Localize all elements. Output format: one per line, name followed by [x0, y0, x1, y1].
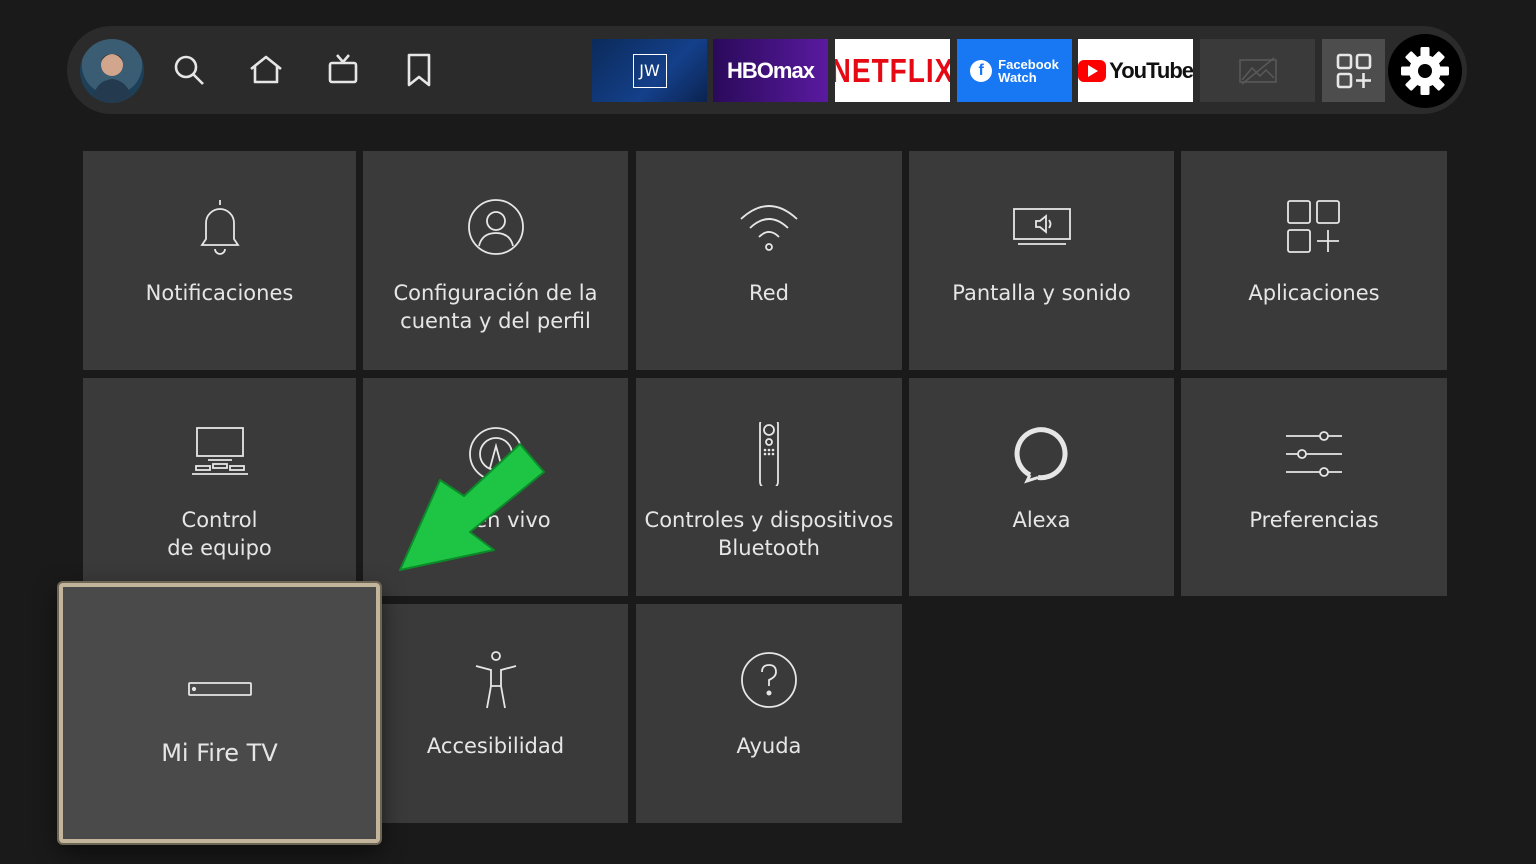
- jw-broadcasting-app-tile[interactable]: JW: [592, 39, 707, 102]
- alexa-ring-icon: [909, 422, 1174, 486]
- placeholder-app-tile[interactable]: [1200, 39, 1315, 102]
- wifi-icon: [636, 195, 902, 259]
- settings-tile-label: Preferencias: [1249, 508, 1379, 532]
- settings-tile-label: Pantalla y sonido: [952, 281, 1131, 305]
- settings-tile-red[interactable]: Red: [636, 151, 902, 370]
- remote-icon: [636, 422, 902, 486]
- settings-tile-label: Configuración de la cuenta y del perfil: [393, 281, 598, 333]
- youtube-play-icon: [1078, 59, 1107, 82]
- profile-avatar[interactable]: [80, 39, 144, 103]
- settings-tile-label: Mi Fire TV: [161, 739, 278, 767]
- settings-tile-alexa[interactable]: Alexa: [909, 378, 1174, 596]
- settings-tile-controles-bluetooth[interactable]: Controles y dispositivos Bluetooth: [636, 378, 902, 596]
- bookmark-icon[interactable]: [399, 50, 439, 90]
- settings-tile-control-equipo[interactable]: Control de equipo: [83, 378, 356, 596]
- facebook-watch-app-tile[interactable]: f Facebook Watch: [957, 39, 1072, 102]
- facebook-watch-label-2: Watch: [998, 69, 1037, 85]
- fire-tv-stick-icon: [63, 657, 376, 721]
- home-icon[interactable]: [246, 50, 286, 90]
- settings-tile-label: Notificaciones: [145, 281, 294, 305]
- hbo-max-app-tile[interactable]: HBOmax: [713, 39, 828, 102]
- search-icon[interactable]: [169, 50, 209, 90]
- settings-tile-label: Accesibilidad: [426, 734, 565, 758]
- bell-icon: [83, 195, 356, 259]
- jw-logo: JW: [632, 53, 667, 88]
- settings-button[interactable]: [1388, 34, 1462, 108]
- settings-tile-label: Control de equipo: [167, 508, 272, 560]
- settings-tile-pantalla-sonido[interactable]: Pantalla y sonido: [909, 151, 1174, 370]
- help-icon: [636, 648, 902, 712]
- facebook-icon: f: [970, 59, 993, 82]
- green-arrow-annotation: [399, 443, 545, 571]
- all-apps-button[interactable]: [1322, 39, 1385, 102]
- live-tv-icon[interactable]: [323, 50, 363, 90]
- settings-tile-accesibilidad[interactable]: Accesibilidad: [363, 604, 628, 823]
- settings-tile-label: Controles y dispositivos Bluetooth: [644, 508, 894, 560]
- settings-tile-ayuda[interactable]: Ayuda: [636, 604, 902, 823]
- netflix-logo: NETFLIX: [835, 51, 950, 89]
- gear-icon: [1401, 47, 1449, 95]
- apps-grid-icon: [1336, 53, 1371, 88]
- settings-tile-notificaciones[interactable]: Notificaciones: [83, 151, 356, 370]
- image-placeholder-icon: [1238, 56, 1277, 85]
- youtube-logo: YouTube: [1109, 57, 1193, 83]
- settings-tile-label: Alexa: [1012, 508, 1071, 532]
- display-sound-icon: [909, 195, 1174, 259]
- settings-tile-mi-fire-tv[interactable]: Mi Fire TV: [59, 583, 380, 843]
- equipment-icon: [83, 422, 356, 486]
- settings-tile-label: Red: [749, 281, 789, 305]
- user-circle-icon: [363, 195, 628, 259]
- apps-icon: [1181, 195, 1447, 259]
- netflix-app-tile[interactable]: NETFLIX: [835, 39, 950, 102]
- accessibility-icon: [363, 648, 628, 712]
- settings-tile-cuenta-perfil[interactable]: Configuración de la cuenta y del perfil: [363, 151, 628, 370]
- youtube-app-tile[interactable]: YouTube: [1078, 39, 1193, 102]
- sliders-icon: [1181, 422, 1447, 486]
- settings-tile-preferencias[interactable]: Preferencias: [1181, 378, 1447, 596]
- settings-tile-label: Ayuda: [736, 734, 802, 758]
- settings-tile-aplicaciones[interactable]: Aplicaciones: [1181, 151, 1447, 370]
- settings-tile-label: Aplicaciones: [1248, 281, 1380, 305]
- facebook-watch-label-1: Facebook: [998, 56, 1059, 72]
- hbo-max-logo: HBOmax: [727, 57, 815, 83]
